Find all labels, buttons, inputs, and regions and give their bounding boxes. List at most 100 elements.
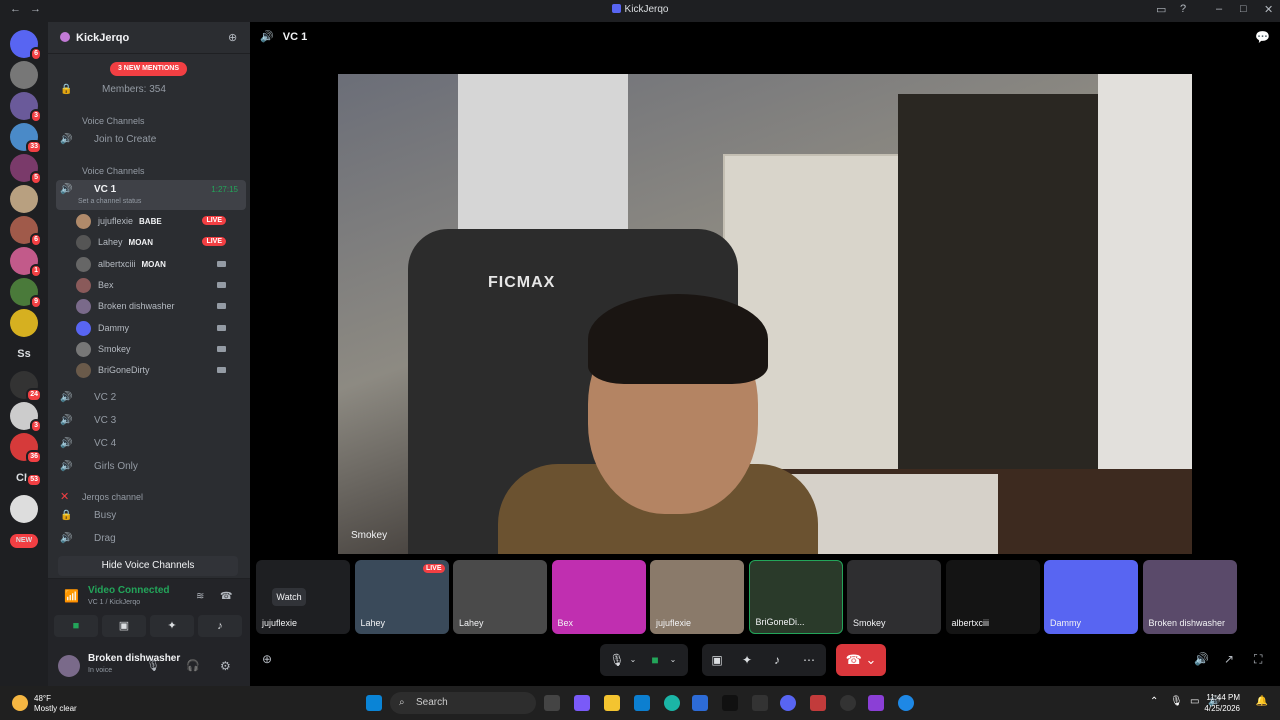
server-icon-14[interactable]: CH 53 <box>10 472 42 487</box>
channel-girls-only[interactable]: 🔊 Girls Only <box>56 457 246 477</box>
members-row[interactable]: 🔒 Members: 354 <box>56 80 246 100</box>
edge-icon[interactable] <box>664 695 680 711</box>
soundboard-icon[interactable]: ♪ <box>766 644 788 676</box>
headphones-icon[interactable]: 🎧 <box>186 659 200 672</box>
clock[interactable]: 11:44 PM 4/25/2026 <box>1204 692 1240 714</box>
server-header[interactable]: KickJerqo ⊕ <box>48 22 250 54</box>
app-icon[interactable] <box>810 695 826 711</box>
microphone-icon[interactable]: 🎙 <box>608 644 626 676</box>
channel-vc2[interactable]: 🔊 VC 2 <box>56 388 246 408</box>
app-icon[interactable] <box>722 695 738 711</box>
server-icon-1[interactable] <box>10 61 38 89</box>
weather-icon[interactable] <box>12 695 28 711</box>
store-icon[interactable] <box>634 695 650 711</box>
server-icon-3[interactable]: 33 <box>10 123 42 154</box>
channel-vc3[interactable]: 🔊 VC 3 <box>56 411 246 431</box>
help-icon[interactable]: ? <box>1180 3 1186 15</box>
participant-tile[interactable]: albertxciii <box>945 560 1040 634</box>
new-mentions-badge[interactable]: 3 NEW MENTIONS <box>110 62 187 76</box>
voice-user-row[interactable]: Broken dishwasher <box>76 297 238 317</box>
microphone-icon[interactable]: 🎙 <box>146 659 160 672</box>
server-icon-9[interactable] <box>10 309 38 337</box>
discord-icon[interactable] <box>780 695 796 711</box>
voice-user-row[interactable]: BriGoneDirty <box>76 361 238 381</box>
invite-icon[interactable]: ⊕ <box>262 652 272 666</box>
microphone-icon[interactable]: 🎙 <box>1170 696 1183 707</box>
popout-icon[interactable]: ↗ <box>1224 652 1234 666</box>
direct-messages-icon[interactable]: 6 <box>10 30 42 61</box>
camera-icon[interactable]: ■ <box>646 644 664 676</box>
channel-drag[interactable]: 🔊 Drag <box>56 529 246 549</box>
start-icon[interactable] <box>366 695 382 711</box>
server-icon-11[interactable]: 24 <box>10 371 42 402</box>
voice-user-row[interactable]: Lahey MOAN LIVE <box>76 233 238 253</box>
participant-tile[interactable]: jujuflexie <box>650 560 744 634</box>
category-jerqos[interactable]: Jerqos channel <box>82 492 143 502</box>
inbox-icon[interactable]: ▭ <box>1156 3 1166 16</box>
volume-icon[interactable]: 🔊 <box>1194 652 1209 666</box>
fullscreen-icon[interactable]: ⛶ <box>1254 652 1262 667</box>
screen-share-button[interactable]: ▣ <box>102 615 146 637</box>
app-icon[interactable] <box>868 695 884 711</box>
voice-user-row[interactable]: jujuflexie BABE LIVE <box>76 212 238 232</box>
activities-icon[interactable]: ✦ <box>736 644 758 676</box>
participant-tile[interactable]: Broken dishwasher <box>1142 560 1237 634</box>
participant-tile[interactable]: Dammy <box>1044 560 1138 634</box>
hide-voice-channels-button[interactable]: Hide Voice Channels <box>58 556 238 576</box>
channel-status-input[interactable]: Set a channel status <box>78 198 141 205</box>
close-icon[interactable]: ✕ <box>1264 3 1273 16</box>
participant-tile[interactable]: LIVE Lahey <box>354 560 449 634</box>
add-user-icon[interactable]: ⊕ <box>228 31 237 44</box>
disconnect-icon[interactable]: ☎ <box>220 591 232 602</box>
chevron-up-icon[interactable]: ⌃ <box>1150 696 1158 707</box>
chat-icon[interactable]: 💬 <box>1255 30 1270 44</box>
server-icon-8[interactable]: 9 <box>10 278 42 309</box>
noise-suppression-icon[interactable]: ≋ <box>196 591 204 602</box>
activities-button[interactable]: ✦ <box>150 615 194 637</box>
category-voice-2[interactable]: Voice Channels <box>82 166 145 176</box>
settings-icon[interactable]: ⚙ <box>220 659 231 673</box>
channel-vc4[interactable]: 🔊 VC 4 <box>56 434 246 454</box>
voice-user-row[interactable]: Dammy <box>76 319 238 339</box>
server-icon-7[interactable]: 1 <box>10 247 42 278</box>
app-icon[interactable] <box>898 695 914 711</box>
chevron-down-icon[interactable]: ⌄ <box>626 644 640 676</box>
main-video[interactable]: FICMAX <box>338 74 1192 554</box>
channel-busy[interactable]: 🔒 Busy <box>56 506 246 526</box>
chevron-down-icon[interactable]: ⌄ <box>666 644 680 676</box>
more-icon[interactable]: ⋯ <box>798 644 820 676</box>
camera-button[interactable]: ■ <box>54 615 98 637</box>
server-icon-16[interactable]: NEW <box>10 534 38 548</box>
soundboard-button[interactable]: ♪ <box>198 615 242 637</box>
server-icon-10[interactable]: Ss <box>10 348 38 360</box>
server-icon-12[interactable]: 3 <box>10 402 42 433</box>
signal-icon[interactable]: 📶 <box>64 589 79 603</box>
maximize-icon[interactable]: □ <box>1240 3 1247 15</box>
copilot-icon[interactable] <box>574 695 590 711</box>
participant-tile[interactable]: Bex <box>551 560 646 634</box>
app-icon[interactable] <box>752 695 768 711</box>
server-icon-2[interactable]: 3 <box>10 92 42 123</box>
server-icon-15[interactable] <box>10 495 38 523</box>
app-icon[interactable] <box>692 695 708 711</box>
minimize-icon[interactable]: – <box>1216 3 1222 15</box>
voice-user-row[interactable]: Bex <box>76 276 238 296</box>
file-explorer-icon[interactable] <box>604 695 620 711</box>
server-icon-6[interactable]: 6 <box>10 216 42 247</box>
watch-button[interactable]: Watch <box>272 588 306 606</box>
disconnect-button[interactable]: ☎ ⌄ <box>836 644 886 676</box>
channel-join-to-create[interactable]: 🔊 Join to Create <box>56 130 246 150</box>
voice-user-row[interactable]: albertxciii MOAN <box>76 255 238 275</box>
server-icon-13[interactable]: 36 <box>10 433 42 464</box>
voice-user-row[interactable]: Smokey <box>76 340 238 360</box>
participant-tile[interactable]: BriGoneDi... <box>748 560 843 634</box>
app-icon[interactable] <box>840 695 856 711</box>
network-icon[interactable]: ▭ <box>1190 696 1199 707</box>
search-box[interactable]: ⌕ Search <box>390 692 536 714</box>
server-icon-5[interactable] <box>10 185 38 213</box>
channel-vc1[interactable]: 🔊 VC 1 1:27:15 Set a channel status <box>56 180 246 210</box>
category-voice-1[interactable]: Voice Channels <box>82 116 145 126</box>
screen-share-icon[interactable]: ▣ <box>706 644 728 676</box>
notification-icon[interactable]: 🔔 <box>1256 696 1268 707</box>
participant-tile[interactable]: Smokey <box>847 560 941 634</box>
